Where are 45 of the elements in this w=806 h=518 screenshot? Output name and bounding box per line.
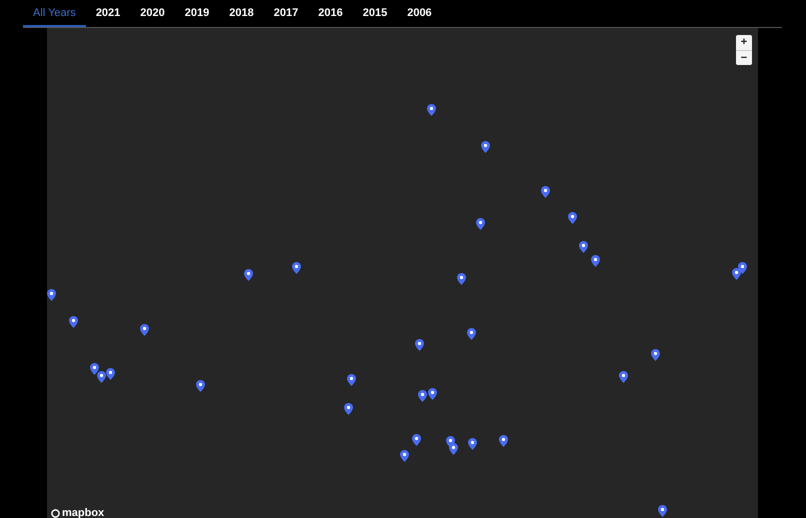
map-pin-icon[interactable] xyxy=(476,218,484,230)
year-tab[interactable]: 2019 xyxy=(174,0,220,27)
map-pin-icon[interactable] xyxy=(244,269,252,281)
map-pin-icon[interactable] xyxy=(400,450,408,462)
map-pin-icon[interactable] xyxy=(578,241,588,253)
map-pin-icon[interactable] xyxy=(732,268,740,280)
map-pin-icon[interactable] xyxy=(456,273,466,285)
map-pin-icon[interactable] xyxy=(344,403,352,415)
map-pin-icon[interactable] xyxy=(568,212,576,224)
logo-icon xyxy=(51,508,60,518)
map-pin-icon[interactable] xyxy=(418,390,426,402)
map-pin-icon[interactable] xyxy=(448,443,458,455)
map-pin-icon[interactable] xyxy=(650,349,660,361)
year-tab[interactable]: 2017 xyxy=(264,0,308,27)
map-pin-icon[interactable] xyxy=(47,289,56,301)
year-tab[interactable]: 2015 xyxy=(352,0,398,27)
map-pin-icon[interactable] xyxy=(106,368,114,380)
map-pin-icon[interactable] xyxy=(140,324,148,336)
map-pin-icon[interactable] xyxy=(346,374,356,386)
map-pin-icon[interactable] xyxy=(428,388,436,400)
year-tab[interactable]: 2021 xyxy=(86,0,130,27)
map-pin-icon[interactable] xyxy=(468,438,476,450)
year-tab[interactable]: 2018 xyxy=(219,0,264,27)
map-pin-icon[interactable] xyxy=(498,435,508,447)
zoom-in-button[interactable]: + xyxy=(736,35,752,50)
year-tab[interactable]: 2020 xyxy=(130,0,175,27)
map-pin-icon[interactable] xyxy=(618,371,628,383)
map-pin-icon[interactable] xyxy=(96,371,106,383)
year-tab[interactable]: 2006 xyxy=(397,0,442,27)
map-pin-icon[interactable] xyxy=(480,141,490,153)
map-pin-icon[interactable] xyxy=(68,316,78,328)
map-pin-icon[interactable] xyxy=(426,104,436,116)
map-pin-icon[interactable] xyxy=(738,262,746,274)
map-pin-icon[interactable] xyxy=(414,339,424,351)
map-pin-icon[interactable] xyxy=(292,262,300,274)
map-pin-icon[interactable] xyxy=(196,380,204,392)
map-pin-icon[interactable] xyxy=(466,328,476,340)
map-pin-icon[interactable] xyxy=(412,434,420,446)
map-pin-icon[interactable] xyxy=(658,505,666,517)
zoom-out-button[interactable]: − xyxy=(736,50,752,65)
year-tab[interactable]: 2016 xyxy=(308,0,353,27)
map-pin-icon[interactable] xyxy=(540,186,550,198)
map-pin-icon[interactable] xyxy=(90,363,98,375)
map-pin-icon[interactable] xyxy=(590,255,600,267)
mapbox-logo: mapbox xyxy=(62,507,104,518)
